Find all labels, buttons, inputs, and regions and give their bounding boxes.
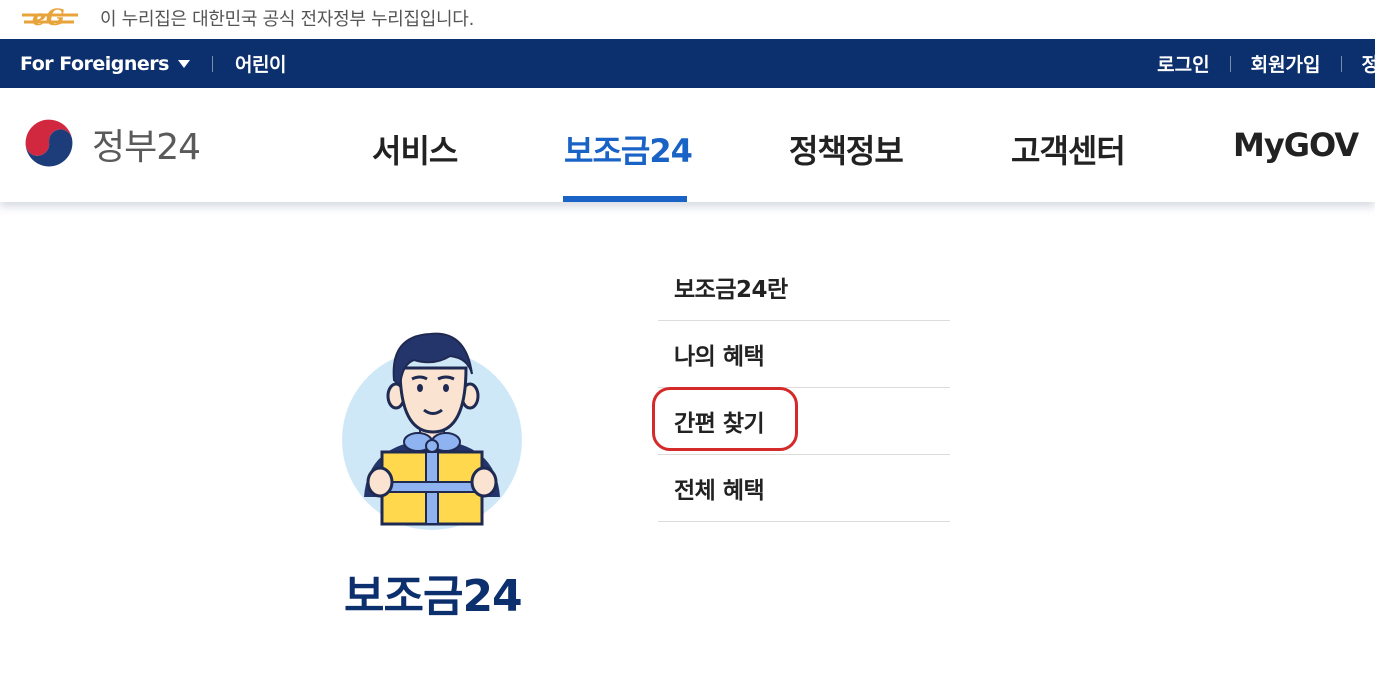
- divider: [1229, 55, 1231, 72]
- quick-search-highlight: [652, 387, 798, 451]
- nav-subsidy24[interactable]: 보조금24: [564, 126, 693, 172]
- top-utility-bar: For Foreigners 어린이 로그인 회원가입 정: [0, 39, 1375, 88]
- truncated-link[interactable]: 정: [1362, 50, 1375, 77]
- submenu-item-my-benefits[interactable]: 나의 혜택: [658, 321, 950, 388]
- nav-policy-info[interactable]: 정책정보: [789, 126, 904, 172]
- megamenu-title: 보조금24: [344, 571, 523, 622]
- official-notice-bar: eG 이 누리집은 대한민국 공식 전자정부 누리집입니다.: [0, 0, 1375, 38]
- person-with-gift-illustration: [342, 332, 522, 530]
- active-nav-underline: [563, 196, 687, 202]
- login-link[interactable]: 로그인: [1157, 50, 1209, 77]
- for-foreigners-label: For Foreigners: [20, 52, 169, 75]
- divider: [211, 55, 213, 72]
- kids-link[interactable]: 어린이: [235, 50, 286, 77]
- submenu-item-all-benefits[interactable]: 전체 혜택: [658, 455, 950, 522]
- signup-link[interactable]: 회원가입: [1251, 50, 1321, 77]
- nav-mygov[interactable]: MyGOV: [1233, 126, 1359, 164]
- nav-customer-center[interactable]: 고객센터: [1011, 126, 1126, 172]
- gov24-logo[interactable]: 정부24: [18, 112, 201, 176]
- main-header: 정부24 서비스 보조금24 정책정보 고객센터 MyGOV: [0, 88, 1375, 202]
- logo-text: 정부24: [92, 127, 201, 168]
- nav-services[interactable]: 서비스: [372, 126, 458, 172]
- egov-logo-icon: eG: [22, 5, 78, 31]
- svg-text:eG: eG: [32, 5, 65, 31]
- divider: [1340, 55, 1342, 72]
- caret-down-icon: [177, 59, 190, 68]
- taegeuk-emblem-icon: [19, 114, 79, 174]
- submenu-item-about[interactable]: 보조금24란: [658, 254, 950, 321]
- for-foreigners-dropdown[interactable]: For Foreigners: [20, 53, 190, 75]
- official-notice-text: 이 누리집은 대한민국 공식 전자정부 누리집입니다.: [100, 9, 474, 30]
